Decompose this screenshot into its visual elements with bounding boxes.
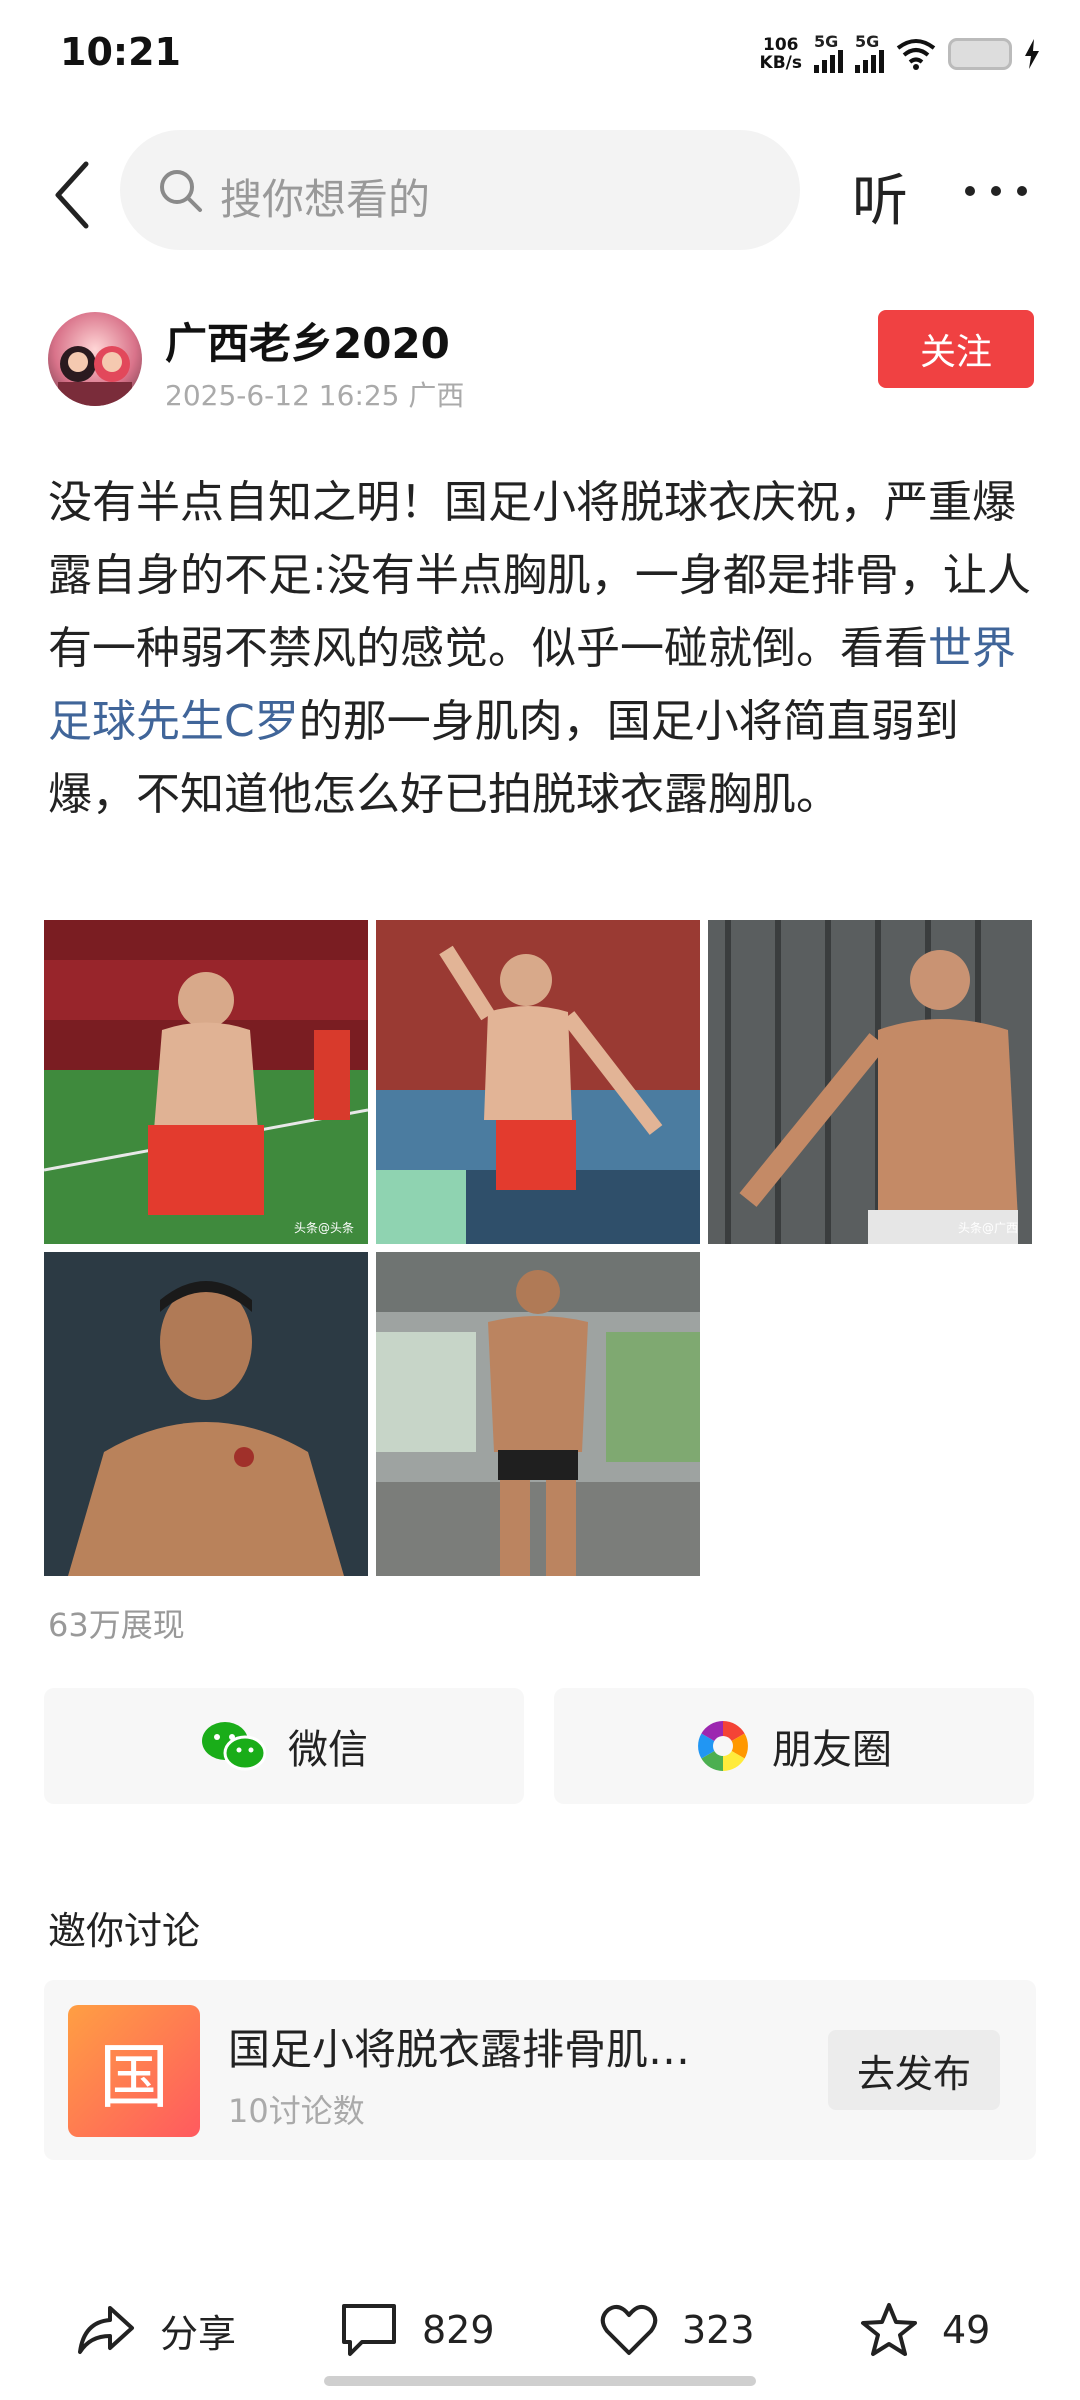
follow-button[interactable]: 关注 [878, 310, 1034, 388]
photo-ronaldo-gym[interactable] [376, 1252, 700, 1576]
svg-text:头条@头条: 头条@头条 [294, 1221, 354, 1235]
like-button[interactable]: 323 [600, 2292, 755, 2368]
search-input[interactable]: 搜你想看的 [120, 130, 800, 250]
share-arrow-icon [78, 2306, 134, 2354]
moments-icon [698, 1721, 748, 1771]
charging-icon [1025, 39, 1039, 69]
photo-player-running[interactable] [376, 920, 700, 1244]
wifi-icon [896, 39, 936, 70]
photo-player-celebration[interactable]: 头条@头条 [44, 920, 368, 1244]
net-speed: 106 KB/s [759, 35, 802, 73]
home-indicator[interactable] [324, 2376, 756, 2386]
signal-icon: 5G [814, 32, 843, 73]
post-location: 广西 [408, 379, 465, 412]
topic-icon: 国 [68, 2005, 200, 2137]
share-action-button[interactable]: 分享 [76, 2292, 236, 2368]
more-options-icon[interactable] [962, 178, 1030, 204]
status-time: 10:21 [60, 30, 181, 74]
discussion-heading: 邀你讨论 [48, 1909, 201, 1953]
wechat-icon [202, 1722, 266, 1771]
share-wechat-button[interactable]: 微信 [44, 1688, 524, 1804]
search-icon [160, 170, 202, 212]
avatar-illustration [58, 346, 132, 406]
share-action-label: 分享 [160, 2311, 237, 2356]
topic-count: 10讨论数 [228, 2092, 365, 2130]
comment-button[interactable]: 829 [340, 2292, 495, 2368]
post-datetime: 2025-6-12 16:25 [165, 379, 400, 412]
like-count: 323 [682, 2308, 755, 2352]
wechat-label: 微信 [288, 1727, 368, 1773]
topic-card[interactable]: 国 国足小将脱衣露排骨肌… 10讨论数 去发布 [44, 1980, 1036, 2160]
post-text: 没有半点自知之明！国足小将脱球衣庆祝，严重爆露自身的不足:没有半点胸肌，一身都是… [48, 477, 1031, 820]
search-placeholder: 搜你想看的 [220, 175, 431, 224]
favorite-button[interactable]: 49 [860, 2292, 990, 2368]
back-arrow-icon[interactable] [50, 160, 94, 230]
status-bar: 10:21 106 KB/s 5G 5G [0, 0, 1080, 110]
photo-ronaldo-portrait[interactable] [44, 1252, 368, 1576]
topic-title: 国足小将脱衣露排骨肌… [228, 2025, 691, 2074]
star-icon [861, 2303, 917, 2356]
comment-icon [342, 2304, 396, 2356]
post-meta: 2025-6-12 16:25 广西 [165, 374, 464, 414]
author-avatar[interactable] [48, 312, 142, 406]
status-icons: 106 KB/s 5G 5G [760, 32, 1040, 76]
battery-icon [948, 38, 1012, 70]
moments-label: 朋友圈 [772, 1727, 892, 1773]
heart-icon [600, 2304, 658, 2355]
share-moments-button[interactable]: 朋友圈 [554, 1688, 1034, 1804]
author-name[interactable]: 广西老乡2020 [165, 310, 450, 371]
svg-text:头条@广西: 头条@广西 [958, 1221, 1018, 1235]
publish-button[interactable]: 去发布 [828, 2030, 1000, 2110]
listen-button[interactable]: 听 [852, 156, 908, 237]
view-count: 63万展现 [48, 1606, 185, 1644]
photo-ronaldo-celebration[interactable]: 头条@广西 [708, 920, 1032, 1244]
favorite-count: 49 [942, 2308, 991, 2352]
comment-count: 829 [422, 2308, 495, 2352]
signal-icon: 5G [855, 32, 884, 73]
